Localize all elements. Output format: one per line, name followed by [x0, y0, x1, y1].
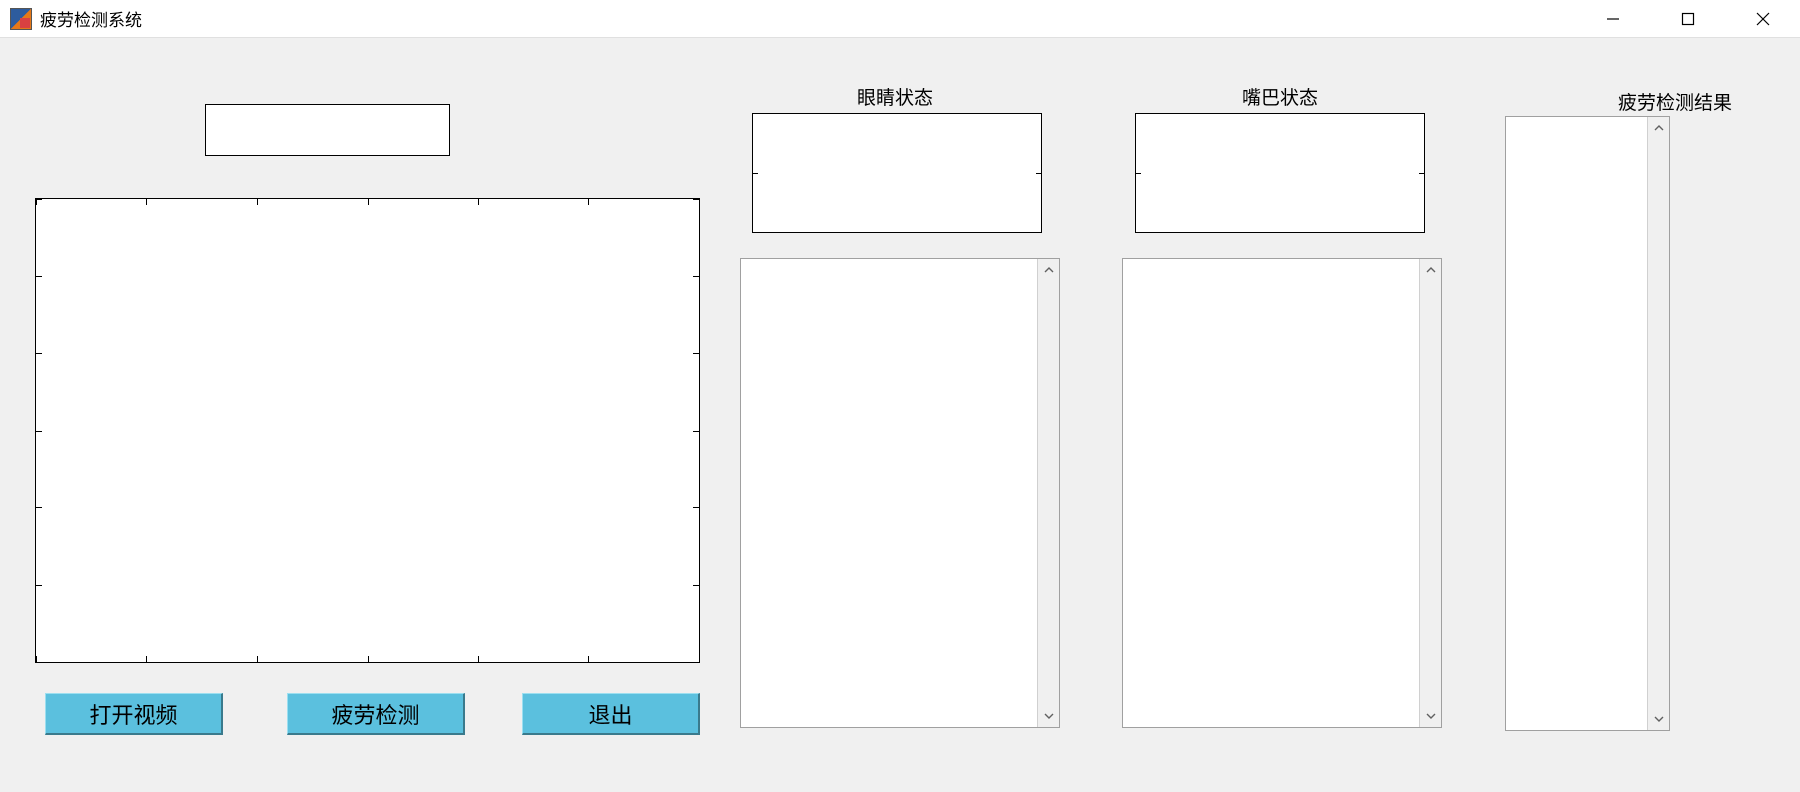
chevron-up-icon [1426, 267, 1436, 273]
chevron-down-icon [1044, 713, 1054, 719]
eye-state-scrollbar[interactable] [1037, 259, 1059, 727]
minimize-button[interactable] [1575, 0, 1650, 37]
video-display-axes [35, 198, 700, 663]
detect-fatigue-button[interactable]: 疲劳检测 [287, 693, 465, 735]
video-path-axes [205, 104, 450, 156]
fatigue-result-listbox-content [1506, 117, 1669, 730]
window-controls [1575, 0, 1800, 37]
client-area: 眼睛状态 嘴巴状态 [0, 38, 1800, 792]
minimize-icon [1606, 12, 1620, 26]
chevron-up-icon [1654, 125, 1664, 131]
eye-state-listbox-content [741, 259, 1059, 727]
eye-state-axes [752, 113, 1042, 233]
maximize-button[interactable] [1650, 0, 1725, 37]
open-video-button[interactable]: 打开视频 [45, 693, 223, 735]
app-icon [10, 8, 32, 30]
mouth-state-label: 嘴巴状态 [1215, 83, 1345, 110]
eye-state-listbox[interactable] [740, 258, 1060, 728]
titlebar: 疲劳检测系统 [0, 0, 1800, 38]
scroll-down-icon[interactable] [1420, 705, 1441, 727]
mouth-state-axes [1135, 113, 1425, 233]
scroll-down-icon[interactable] [1038, 705, 1059, 727]
eye-state-label: 眼睛状态 [830, 83, 960, 110]
fatigue-result-scrollbar[interactable] [1647, 117, 1669, 730]
mouth-state-listbox[interactable] [1122, 258, 1442, 728]
window-title: 疲劳检测系统 [40, 6, 142, 31]
chevron-up-icon [1044, 267, 1054, 273]
maximize-icon [1681, 12, 1695, 26]
scroll-up-icon[interactable] [1038, 259, 1059, 281]
fatigue-result-listbox[interactable] [1505, 116, 1670, 731]
close-button[interactable] [1725, 0, 1800, 37]
fatigue-result-label: 疲劳检测结果 [1585, 88, 1765, 115]
scroll-up-icon[interactable] [1420, 259, 1441, 281]
scroll-down-icon[interactable] [1648, 708, 1669, 730]
exit-button[interactable]: 退出 [522, 693, 700, 735]
mouth-state-scrollbar[interactable] [1419, 259, 1441, 727]
chevron-down-icon [1654, 716, 1664, 722]
close-icon [1756, 12, 1770, 26]
scroll-up-icon[interactable] [1648, 117, 1669, 139]
chevron-down-icon [1426, 713, 1436, 719]
mouth-state-listbox-content [1123, 259, 1441, 727]
